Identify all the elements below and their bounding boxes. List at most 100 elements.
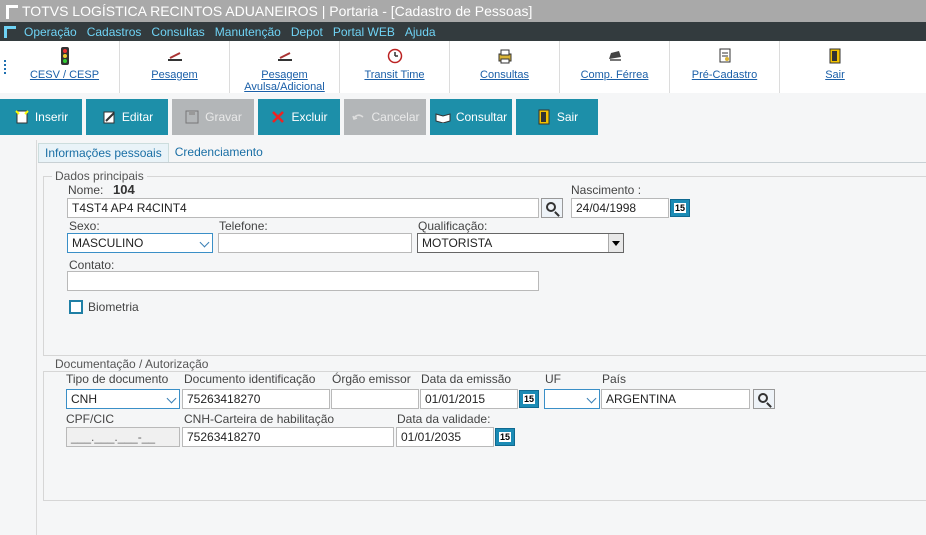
biometrics-checkbox[interactable]: [69, 300, 83, 314]
issuer-field[interactable]: [331, 389, 419, 409]
toolbar-label: Transit Time: [364, 69, 425, 81]
exit-door-icon: [536, 109, 552, 125]
consult-button[interactable]: Consultar: [430, 99, 512, 135]
cnh-label: CNH-Carteira de habilitação: [184, 412, 335, 426]
toolbar-grip[interactable]: [0, 41, 10, 93]
birth-calendar-button[interactable]: 15: [670, 199, 690, 217]
toolbar-transit-time-button[interactable]: Transit Time: [340, 41, 450, 93]
documents-group-title: Documentação / Autorização: [52, 357, 212, 371]
action-bar: Inserir Editar Gravar Excluir Cancelar C…: [0, 99, 602, 136]
biometrics-label: Biometria: [88, 300, 139, 314]
clock-icon: [386, 47, 404, 65]
cpf-field[interactable]: ___.___.___-__: [66, 427, 180, 447]
validity-date-field[interactable]: 01/01/2035: [396, 427, 494, 447]
toolbar-label: Comp. Férrea: [580, 69, 649, 81]
person-code: 104: [113, 182, 135, 197]
edit-label: Editar: [121, 110, 154, 124]
doc-id-label: Documento identificação: [184, 372, 316, 386]
menu-portal-web[interactable]: Portal WEB: [333, 25, 395, 39]
toolbar-pre-cadastro-button[interactable]: Pré-Cadastro: [670, 41, 780, 93]
issue-date-label: Data da emissão: [421, 372, 512, 386]
name-search-button[interactable]: [541, 198, 563, 218]
qualification-label: Qualificação:: [418, 219, 488, 233]
issue-date-calendar-button[interactable]: 15: [519, 390, 539, 408]
cancel-label: Cancelar: [371, 110, 420, 124]
chevron-down-icon: [199, 237, 210, 248]
app-logo-icon: [6, 5, 18, 19]
calendar-icon: 15: [498, 432, 511, 442]
doc-type-select[interactable]: CNH: [66, 389, 180, 409]
country-label: País: [602, 372, 627, 386]
validity-calendar-button[interactable]: 15: [495, 428, 515, 446]
name-field[interactable]: T4ST4 AP4 R4CINT4: [67, 198, 539, 218]
phone-field[interactable]: [218, 233, 412, 253]
insert-label: Inserir: [34, 110, 69, 124]
toolbar-label: Consultas: [480, 69, 529, 81]
menu-consultas[interactable]: Consultas: [151, 25, 204, 39]
country-search-button[interactable]: [753, 389, 775, 409]
insert-button[interactable]: Inserir: [0, 99, 82, 135]
menu-depot[interactable]: Depot: [291, 25, 323, 39]
traffic-light-icon: [56, 47, 74, 65]
tab-underline: [38, 162, 926, 163]
tab-strip: Informações pessoais Credenciamento: [38, 143, 269, 163]
contact-field[interactable]: [67, 271, 539, 291]
main-toolbar: CESV / CESP Pesagem Pesagem Avulsa/Adici…: [0, 41, 926, 93]
scale-icon: [166, 47, 184, 65]
country-field[interactable]: ARGENTINA: [601, 389, 750, 409]
exit-button[interactable]: Sair: [516, 99, 598, 135]
issue-date-field[interactable]: 01/01/2015: [420, 389, 518, 409]
calendar-icon: 15: [522, 394, 535, 404]
delete-label: Excluir: [291, 110, 328, 124]
menu-manutencao[interactable]: Manutenção: [215, 25, 281, 39]
validity-label: Data da validade:: [397, 412, 491, 426]
exit-label: Sair: [556, 110, 579, 124]
toolbar-sair-button[interactable]: Sair: [780, 41, 890, 93]
save-label: Gravar: [205, 110, 242, 124]
tab-accreditation[interactable]: Credenciamento: [169, 143, 269, 163]
cnh-field[interactable]: 75263418270: [182, 427, 394, 447]
edit-button[interactable]: Editar: [86, 99, 168, 135]
calendar-icon: 15: [673, 203, 686, 213]
exit-door-icon: [826, 47, 844, 65]
toolbar-pesagem-avulsa-button[interactable]: Pesagem Avulsa/Adicional: [230, 41, 340, 93]
issuer-label: Órgão emissor: [332, 372, 411, 386]
doc-id-field[interactable]: 75263418270: [182, 389, 330, 409]
toolbar-comp-ferrea-button[interactable]: Comp. Férrea: [560, 41, 670, 93]
chevron-down-icon: [586, 393, 597, 404]
floppy-disk-icon: [184, 109, 200, 125]
toolbar-label: CESV / CESP: [29, 69, 100, 81]
birth-date-field[interactable]: 24/04/1998: [571, 198, 669, 218]
toolbar-consultas-button[interactable]: Consultas: [450, 41, 560, 93]
doc-type-select-value: CNH: [71, 392, 97, 406]
cancel-button[interactable]: Cancelar: [344, 99, 426, 135]
delete-button[interactable]: Excluir: [258, 99, 340, 135]
edit-document-icon: [101, 109, 117, 125]
uf-select[interactable]: [544, 389, 600, 409]
name-label: Nome:: [68, 183, 104, 197]
document-icon: [716, 47, 734, 65]
sex-select[interactable]: MASCULINO: [67, 233, 213, 253]
window-titlebar: TOTVS LOGÍSTICA RECINTOS ADUANEIROS | Po…: [0, 0, 926, 22]
window-title: TOTVS LOGÍSTICA RECINTOS ADUANEIROS | Po…: [22, 3, 533, 19]
contact-label: Contato:: [69, 258, 115, 272]
toolbar-label: Pesagem: [151, 69, 198, 81]
app-menu-icon[interactable]: [4, 25, 16, 38]
menu-operacao[interactable]: Operação: [24, 25, 77, 39]
printer-icon: [496, 47, 514, 65]
train-icon: [606, 47, 624, 65]
open-book-icon: [435, 109, 451, 125]
toolbar-label: Sair: [825, 69, 845, 81]
scale-icon: [276, 47, 294, 65]
qualification-select[interactable]: MOTORISTA: [417, 233, 624, 253]
tab-personal-info[interactable]: Informações pessoais: [38, 143, 169, 163]
menu-ajuda[interactable]: Ajuda: [405, 25, 436, 39]
toolbar-pesagem-button[interactable]: Pesagem: [120, 41, 230, 93]
toolbar-cesv-cesp-button[interactable]: CESV / CESP: [10, 41, 120, 93]
menu-bar: Operação Cadastros Consultas Manutenção …: [0, 22, 926, 41]
sex-select-value: MASCULINO: [72, 236, 144, 250]
sex-label: Sexo:: [69, 219, 100, 233]
toolbar-label: Pré-Cadastro: [691, 69, 758, 81]
menu-cadastros[interactable]: Cadastros: [87, 25, 142, 39]
save-button[interactable]: Gravar: [172, 99, 254, 135]
